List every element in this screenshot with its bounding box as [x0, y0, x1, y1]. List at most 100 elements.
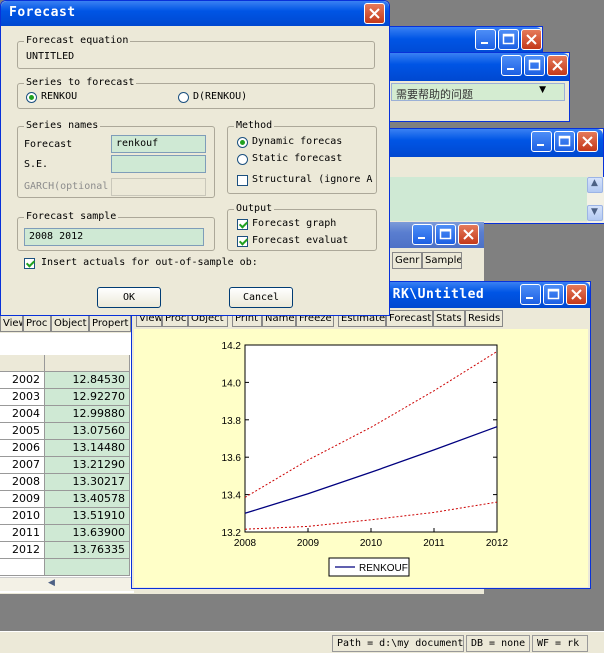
empty-cell[interactable] [45, 559, 130, 576]
minimize-button[interactable] [531, 131, 552, 152]
properties-button[interactable]: Propert [89, 315, 131, 332]
graph-area[interactable]: 13.2 13.4 13.6 13.8 14.0 14.2 2008 2009 2010 2011… [134, 329, 588, 587]
maximize-icon [502, 33, 515, 45]
forecast-evaluation-checkbox[interactable] [237, 236, 248, 247]
se-input[interactable] [111, 155, 206, 173]
row-value-cell[interactable]: 13.63900 [45, 525, 130, 542]
background-window-2-titlebar[interactable] [381, 53, 569, 81]
maximize-button[interactable] [554, 131, 575, 152]
row-year-cell[interactable]: 2004 [0, 406, 45, 423]
dropdown-arrow-icon[interactable]: ▼ [539, 85, 546, 95]
garch-label: GARCH(optional [24, 181, 109, 192]
minimize-button[interactable] [412, 224, 433, 245]
minimize-icon [526, 297, 533, 299]
ok-button[interactable]: OK [97, 287, 161, 308]
background-window-2[interactable]: 需要帮助的问题 ▼ [380, 52, 570, 122]
sample-button[interactable]: Sample [422, 252, 462, 269]
cancel-button[interactable]: Cancel [229, 287, 293, 308]
scroll-up-button[interactable]: ▲ [587, 177, 603, 193]
chevron-left-icon[interactable]: ◀ [48, 578, 55, 588]
row-value-cell[interactable]: 13.40578 [45, 491, 130, 508]
legend-label: RENKOUF [359, 563, 408, 574]
y-tick-label: 14.2 [222, 341, 242, 352]
series-to-forecast-group: Series to forecast RENKOU D(RENKOU) [17, 77, 375, 109]
series-names-group: Series names Forecast renkouf S.E. GARCH… [17, 120, 215, 198]
eq-forecast-button[interactable]: Forecast [386, 310, 433, 327]
maximize-button[interactable] [524, 55, 545, 76]
row-year-cell[interactable]: 2011 [0, 525, 45, 542]
minimize-button[interactable] [475, 29, 496, 50]
row-value-cell[interactable]: 12.92270 [45, 389, 130, 406]
background-window-3-titlebar[interactable] [381, 129, 603, 157]
row-value-cell[interactable]: 13.07560 [45, 423, 130, 440]
series-to-forecast-label: Series to forecast [24, 77, 137, 88]
maximize-button[interactable] [543, 284, 564, 305]
forecast-sample-input[interactable]: 2008 2012 [24, 228, 204, 246]
close-button[interactable] [577, 131, 598, 152]
row-year-cell[interactable]: 2002 [0, 372, 45, 389]
forecast-equation-group: Forecast equation UNTITLED [17, 35, 375, 69]
method-group: Method Dynamic forecas Static forecast S… [227, 120, 377, 194]
maximize-button[interactable] [498, 29, 519, 50]
empty-cell[interactable] [0, 559, 45, 576]
insert-actuals-checkbox[interactable] [24, 258, 35, 269]
help-search-box[interactable]: 需要帮助的问题 ▼ [391, 83, 565, 101]
row-year-cell[interactable]: 2006 [0, 440, 45, 457]
forecast-name-input[interactable]: renkouf [111, 135, 206, 153]
minimize-button[interactable] [501, 55, 522, 76]
y-tick-label: 13.4 [222, 491, 242, 502]
scroll-down-button[interactable]: ▼ [587, 205, 603, 221]
close-button[interactable] [547, 55, 568, 76]
minimize-button[interactable] [520, 284, 541, 305]
object-button[interactable]: Object [51, 315, 89, 332]
row-value-cell[interactable]: 12.84530 [45, 372, 130, 389]
spreadsheet-window-titlebar[interactable] [380, 222, 484, 248]
horizontal-scrollbar[interactable]: ◀ [0, 577, 134, 591]
y-tick-label: 13.8 [222, 416, 242, 427]
eq-stats-button[interactable]: Stats [433, 310, 465, 327]
row-value-cell[interactable]: 13.76335 [45, 542, 130, 559]
structural-checkbox[interactable] [237, 175, 248, 186]
genr-button[interactable]: Genr [392, 252, 422, 269]
command-area[interactable] [381, 177, 587, 221]
background-window-3[interactable]: ▲ ▼ [380, 128, 604, 224]
se-label: S.E. [24, 159, 49, 170]
row-year-cell[interactable]: 2005 [0, 423, 45, 440]
row-year-cell[interactable]: 2003 [0, 389, 45, 406]
static-forecast-radio[interactable] [237, 154, 248, 165]
forecast-dialog[interactable]: Forecast Forecast equation UNTITLED Seri… [0, 0, 390, 316]
close-button[interactable] [458, 224, 479, 245]
row-year-cell[interactable]: 2009 [0, 491, 45, 508]
row-year-cell[interactable]: 2007 [0, 457, 45, 474]
forecast-equation-value: UNTITLED [26, 51, 75, 62]
garch-input[interactable] [111, 178, 206, 196]
row-year-cell[interactable]: 2012 [0, 542, 45, 559]
row-value-cell[interactable]: 13.30217 [45, 474, 130, 491]
x-tick-label: 2011 [423, 538, 445, 549]
maximize-button[interactable] [435, 224, 456, 245]
close-icon [463, 229, 474, 240]
forecast-graph-checkbox[interactable] [237, 219, 248, 230]
row-value-cell[interactable]: 12.99880 [45, 406, 130, 423]
maximize-icon [547, 288, 560, 300]
equation-window[interactable]: : RK\Untitled View Proc Object Print Nam… [131, 281, 591, 589]
row-value-cell[interactable]: 13.14480 [45, 440, 130, 457]
close-icon [571, 289, 582, 300]
series-d-renkou-radio[interactable] [178, 92, 189, 103]
close-button[interactable] [521, 29, 542, 50]
dynamic-forecast-radio[interactable] [237, 137, 248, 148]
view-button[interactable]: View [0, 315, 23, 332]
forecast-dialog-titlebar[interactable]: Forecast [1, 1, 389, 26]
row-year-cell[interactable]: 2010 [0, 508, 45, 525]
row-year-cell[interactable]: 2008 [0, 474, 45, 491]
series-renkou-radio[interactable] [26, 92, 37, 103]
eq-resids-button[interactable]: Resids [465, 310, 503, 327]
dialog-close-button[interactable] [364, 3, 385, 24]
row-value-cell[interactable]: 13.51910 [45, 508, 130, 525]
vertical-scrollbar[interactable]: ▲ ▼ [587, 177, 604, 223]
close-icon [582, 136, 593, 147]
row-value-cell[interactable]: 13.21290 [45, 457, 130, 474]
proc-button[interactable]: Proc [23, 315, 51, 332]
close-button[interactable] [566, 284, 587, 305]
spreadsheet-grid[interactable]: 2002 12.84530 2003 12.92270 2004 12.99880 2005… [0, 333, 134, 593]
